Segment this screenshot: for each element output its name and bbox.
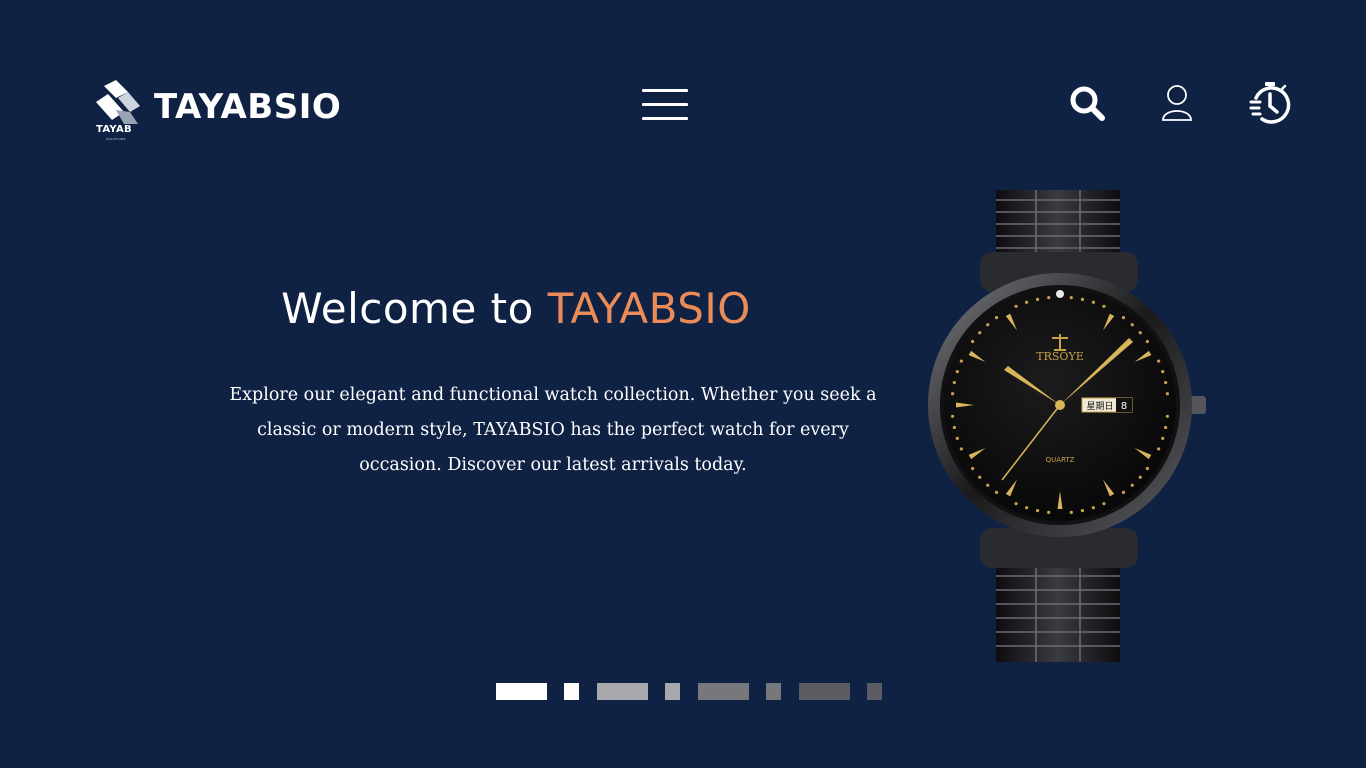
hamburger-menu-icon[interactable] xyxy=(642,88,690,122)
hero-title: Welcome to TAYABSIO xyxy=(0,284,1032,333)
watch-product-image[interactable]: TRSOYE QUARTZ 星期日 8 xyxy=(924,190,1210,662)
logo-mark-subtext: SOLUTIONS xyxy=(106,137,126,141)
landing-page: TAYAB SOLUTIONS TAYABSIO Welcome to TAYA… xyxy=(0,0,1366,768)
hero-description: Explore our elegant and functional watch… xyxy=(229,385,877,475)
slider-dot[interactable] xyxy=(496,683,547,700)
watch-date-number: 8 xyxy=(1121,401,1127,412)
watch-day-text: 星期日 xyxy=(1086,401,1113,412)
history-icon[interactable] xyxy=(1248,80,1292,126)
logo-mark-icon: TAYAB SOLUTIONS xyxy=(94,80,146,142)
slider-dot[interactable] xyxy=(597,683,648,700)
watch-dial-text: QUARTZ xyxy=(1046,456,1075,464)
search-icon[interactable] xyxy=(1068,84,1106,122)
slider-dot[interactable] xyxy=(867,683,882,700)
watch-brand-text: TRSOYE xyxy=(1036,350,1083,363)
logo-mark-text: TAYAB xyxy=(96,124,132,135)
hero-title-accent: TAYABSIO xyxy=(547,284,751,333)
brand-logo[interactable]: TAYAB SOLUTIONS TAYABSIO xyxy=(94,80,341,142)
slider-dot[interactable] xyxy=(799,683,850,700)
brand-name: TAYABSIO xyxy=(154,87,342,127)
slider-dot[interactable] xyxy=(665,683,680,700)
user-icon[interactable] xyxy=(1160,84,1194,122)
slider-dot[interactable] xyxy=(698,683,749,700)
hero-title-prefix: Welcome to xyxy=(281,284,548,333)
slider-dot[interactable] xyxy=(564,683,579,700)
slider-dot[interactable] xyxy=(766,683,781,700)
